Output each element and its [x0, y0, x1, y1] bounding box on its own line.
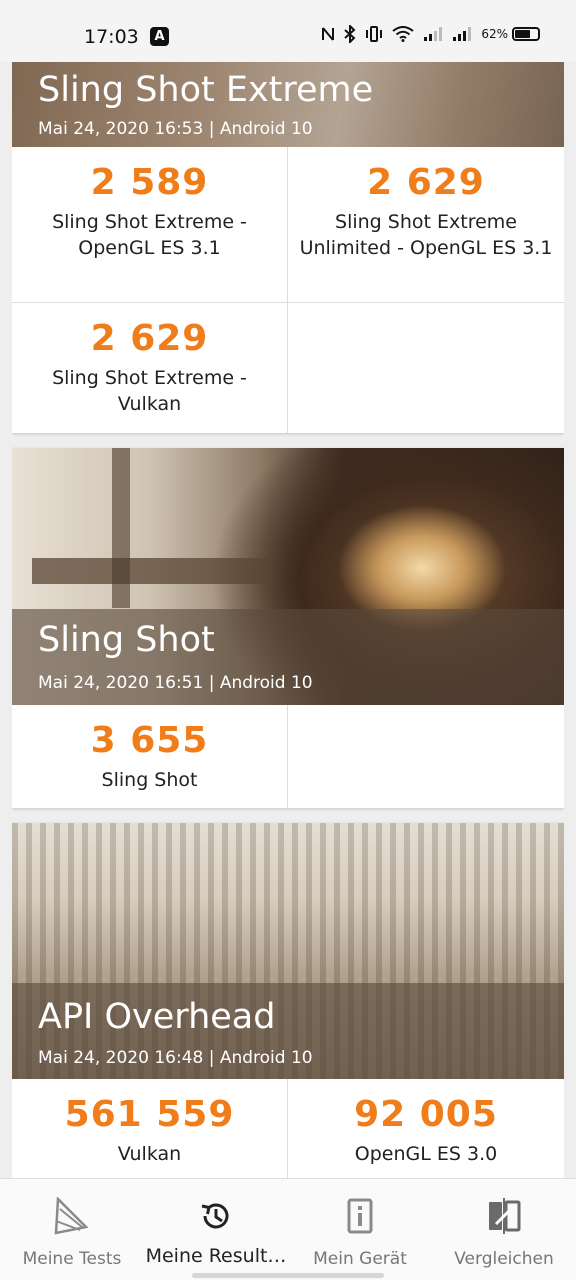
- battery-percent: 62%: [481, 27, 508, 41]
- nav-label: Meine Result…: [145, 1245, 287, 1267]
- result-card-sling-shot[interactable]: Sling Shot Mai 24, 2020 16:51 | Android …: [12, 448, 564, 808]
- score-grid: 3 655 Sling Shot: [12, 705, 564, 808]
- vibrate-icon: [365, 26, 383, 42]
- nav-label: Vergleichen: [454, 1249, 554, 1269]
- app-notification-icon: A: [150, 27, 169, 46]
- card-banner: Sling Shot Mai 24, 2020 16:51 | Android …: [12, 448, 564, 705]
- score-label: Vulkan: [117, 1143, 182, 1165]
- status-time: 17:03: [84, 26, 139, 48]
- nav-mein-geraet[interactable]: Mein Gerät: [288, 1179, 432, 1280]
- score-value: 2 629: [90, 318, 209, 359]
- home-indicator[interactable]: [192, 1273, 384, 1278]
- card-subtitle: Mai 24, 2020 16:51 | Android 10: [38, 673, 313, 693]
- card-subtitle: Mai 24, 2020 16:48 | Android 10: [38, 1048, 313, 1068]
- score-cell[interactable]: 561 559 Vulkan: [12, 1079, 287, 1178]
- score-value: 2 629: [367, 162, 485, 203]
- empty-cell: [288, 705, 564, 808]
- result-card-api-overhead[interactable]: API Overhead Mai 24, 2020 16:48 | Androi…: [12, 823, 564, 1178]
- score-value: 3 655: [90, 720, 209, 761]
- score-label: Sling Shot Extreme - Vulkan: [52, 367, 247, 415]
- score-label: Sling Shot: [101, 769, 198, 791]
- bottom-navigation: Meine Tests Meine Result… Mein Gerät Ver…: [0, 1178, 576, 1280]
- device-info-icon: [288, 1197, 432, 1235]
- signal-icon-1: [423, 26, 443, 42]
- card-banner: Sling Shot Extreme Mai 24, 2020 16:53 | …: [12, 62, 564, 147]
- status-icons: 62%: [321, 25, 540, 43]
- score-label: Sling Shot Extreme - OpenGL ES 3.1: [52, 211, 247, 259]
- compare-icon: [432, 1197, 576, 1235]
- score-value: 92 005: [354, 1094, 498, 1135]
- score-value: 2 589: [90, 162, 209, 203]
- history-icon: [144, 1197, 288, 1235]
- card-title: API Overhead: [38, 997, 276, 1037]
- card-title: Sling Shot Extreme: [38, 70, 374, 110]
- score-cell[interactable]: 2 629 Sling Shot Extreme - Vulkan: [12, 303, 287, 433]
- nav-label: Mein Gerät: [313, 1249, 407, 1269]
- nav-meine-results[interactable]: Meine Result…: [144, 1179, 288, 1280]
- nav-vergleichen[interactable]: Vergleichen: [432, 1179, 576, 1280]
- score-label: Sling Shot Extreme Unlimited - OpenGL ES…: [299, 211, 553, 259]
- signal-icon-2: [452, 26, 472, 42]
- banner-structure: [32, 558, 272, 584]
- score-grid: 561 559 Vulkan 92 005 OpenGL ES 3.0: [12, 1079, 564, 1178]
- score-cell[interactable]: 2 589 Sling Shot Extreme - OpenGL ES 3.1: [12, 147, 287, 302]
- score-value: 561 559: [64, 1094, 235, 1135]
- battery-indicator: 62%: [481, 27, 540, 41]
- status-bar: 17:03 A 62%: [0, 0, 576, 62]
- battery-icon: [512, 27, 540, 41]
- card-title: Sling Shot: [38, 620, 215, 660]
- score-cell[interactable]: 92 005 OpenGL ES 3.0: [288, 1079, 564, 1178]
- score-label: OpenGL ES 3.0: [354, 1143, 498, 1165]
- result-card-sling-shot-extreme[interactable]: Sling Shot Extreme Mai 24, 2020 16:53 | …: [12, 62, 564, 433]
- bluetooth-icon: [344, 25, 356, 43]
- nav-label: Meine Tests: [22, 1249, 122, 1269]
- score-cell[interactable]: 3 655 Sling Shot: [12, 705, 287, 808]
- wifi-icon: [392, 26, 414, 42]
- 3dmark-logo-icon: [0, 1197, 144, 1235]
- card-banner: API Overhead Mai 24, 2020 16:48 | Androi…: [12, 823, 564, 1079]
- results-list[interactable]: Sling Shot Extreme Mai 24, 2020 16:53 | …: [12, 62, 564, 1178]
- empty-cell: [288, 303, 564, 433]
- banner-tower: [112, 448, 130, 608]
- nfc-icon: [321, 26, 335, 42]
- nav-meine-tests[interactable]: Meine Tests: [0, 1179, 144, 1280]
- score-grid: 2 589 Sling Shot Extreme - OpenGL ES 3.1…: [12, 147, 564, 433]
- card-subtitle: Mai 24, 2020 16:53 | Android 10: [38, 119, 313, 139]
- score-cell[interactable]: 2 629 Sling Shot Extreme Unlimited - Ope…: [288, 147, 564, 302]
